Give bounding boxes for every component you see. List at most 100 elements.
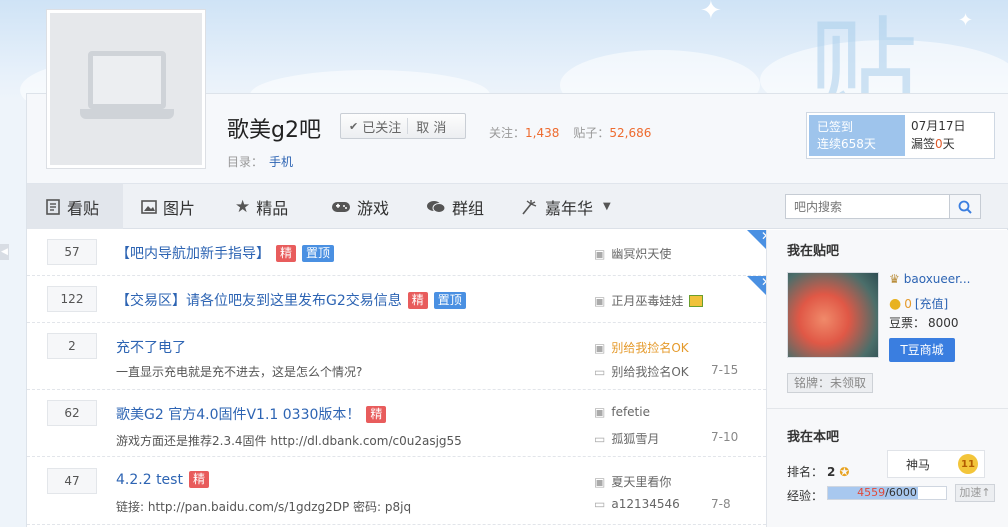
catalog: 目录： 手机	[227, 153, 293, 170]
forum-title[interactable]: 歌美g2吧	[227, 112, 321, 144]
thread-title-row: 歌美G2 官方4.0固件V1.1 0330版本！ 精	[116, 404, 387, 424]
caret-down-icon: ▼	[603, 201, 611, 212]
tab-images[interactable]: 图片	[141, 184, 195, 229]
catalog-label: 目录：	[227, 155, 264, 169]
image-icon	[141, 199, 157, 214]
missed-count: 0	[935, 137, 943, 151]
forum-avatar[interactable]	[46, 9, 206, 169]
signin-button[interactable]: 已签到 连续658天	[809, 115, 905, 156]
tab-featured[interactable]: ★ 精品	[235, 184, 288, 229]
rank-value: 2	[827, 464, 836, 479]
thread-author[interactable]: ▣ 别给我捡名OK	[594, 339, 689, 356]
last-reply-user[interactable]: ▭ 孤狐雪月	[594, 430, 659, 447]
nameplate-button[interactable]: 铭牌：未领取	[787, 373, 873, 393]
level-badge[interactable]: 神马 11	[887, 450, 985, 478]
signin-info: 07月17日 漏签0天	[911, 117, 966, 153]
last-reply-user[interactable]: ▭ 别给我捡名OK	[594, 363, 689, 380]
banner-decoration-icon: 贴	[808, 6, 918, 100]
thread-title-row: 【吧内导航加新手指导】 精 置顶	[116, 243, 335, 263]
thread-item: 47 4.2.2 test 精 链接: http://pan.baidu.com…	[27, 457, 766, 525]
laptop-icon	[50, 13, 202, 165]
thread-title[interactable]: 【交易区】请各位吧友到这里发布G2交易信息	[116, 290, 402, 310]
thread-author[interactable]: ▣ 夏天里看你	[594, 473, 671, 490]
forum-container: 歌美g2吧 ✔ 已关注 取 消 关注：1,438 贴子：52,686 目录： 手机 …	[26, 9, 1008, 527]
reply-count: 47	[47, 468, 97, 494]
thread-author[interactable]: ▣ 幽冥炽天使	[594, 245, 671, 262]
user-icon: ▣	[594, 405, 606, 419]
comment-icon: ▭	[594, 364, 606, 379]
signin-streak: 连续658天	[817, 137, 876, 151]
forum-stats: 关注：1,438 贴子：52,686	[489, 124, 665, 141]
tdou-mall-button[interactable]: T豆商城	[889, 338, 955, 362]
last-reply-user[interactable]: ▭ a12134546	[594, 497, 680, 511]
tab-groups[interactable]: 群组	[426, 184, 484, 229]
douquan-label: 豆票：	[889, 316, 926, 330]
rank-row: 排名： 2 ✪	[787, 463, 849, 480]
reply-count: 57	[47, 239, 97, 265]
thread-title-row: 充不了电了	[116, 337, 186, 357]
thread-time: 7-8	[711, 497, 731, 511]
follow-count: 1,438	[525, 126, 560, 140]
last-reply-name: 孤狐雪月	[611, 432, 660, 446]
thread-time: 7-15	[711, 363, 739, 377]
followed-toggle[interactable]: ✔ 已关注	[341, 118, 409, 136]
search-input[interactable]	[786, 195, 950, 218]
tab-posts[interactable]: 看贴	[27, 184, 123, 229]
divider	[767, 408, 1008, 409]
collapse-arrow-icon[interactable]: ◀	[0, 244, 9, 260]
missed-label: 漏签	[911, 137, 936, 151]
author-name: 夏天里看你	[611, 475, 672, 489]
thread-item: 122 【交易区】请各位吧友到这里发布G2交易信息 精 置顶 ▣ 正月巫毒娃娃 …	[27, 275, 773, 323]
user-icon: ▣	[594, 293, 606, 308]
thread-title-row: 4.2.2 test 精	[116, 471, 209, 488]
thread-author[interactable]: ▣ 正月巫毒娃娃	[594, 292, 704, 309]
level-title: 神马	[906, 457, 931, 472]
rank-label: 排名：	[787, 465, 824, 479]
username-row[interactable]: ♛ baoxueer...	[889, 272, 970, 286]
speed-up-button[interactable]: 加速↑	[955, 484, 995, 502]
recharge-link[interactable]: [充值]	[915, 295, 948, 312]
post-count: 52,686	[609, 126, 652, 140]
tab-games[interactable]: 游戏	[331, 184, 389, 229]
user-icon: ▣	[594, 474, 606, 489]
star-icon: ★	[235, 196, 251, 217]
thread-item: 2 充不了电了 一直显示充电就是充不进去，这是怎么个情况? ▣ 别给我捡名OK …	[27, 323, 766, 390]
last-reply-name: 别给我捡名OK	[611, 365, 689, 379]
thread-abstract: 链接: http://pan.baidu.com/s/1gdzg2DP 密码: …	[116, 500, 412, 514]
tab-carnival[interactable]: 嘉年华 ▼	[521, 184, 611, 229]
tag-pinned: 置顶	[433, 291, 466, 309]
in-forum-title: 我在本吧	[787, 430, 840, 445]
medal-icon: ✪	[839, 464, 850, 479]
thread-item: 57 【吧内导航加新手指导】 精 置顶 ▣ 幽冥炽天使 ✕	[27, 229, 773, 276]
reply-count: 62	[47, 400, 97, 426]
unfollow-button[interactable]: 取 消	[408, 117, 446, 136]
follow-button[interactable]: ✔ 已关注 取 消	[340, 113, 466, 139]
thread-title[interactable]: 歌美G2 官方4.0固件V1.1 0330版本！	[116, 404, 360, 424]
forum-search	[785, 194, 981, 219]
coin-icon: ●	[889, 295, 902, 312]
user-avatar[interactable]	[787, 272, 879, 358]
user-icon: ▣	[594, 246, 606, 261]
reply-count: 2	[47, 333, 97, 359]
thread-abstract: 游戏方面还是推荐2.3.4固件 http://dl.dbank.com/c0u2…	[116, 434, 462, 448]
author-name: 正月巫毒娃娃	[611, 294, 684, 308]
tab-label: 游戏	[357, 198, 390, 218]
user-badge-icon: ♛	[889, 272, 900, 286]
signin-date: 07月17日	[911, 119, 966, 133]
exp-total: /6000	[885, 486, 917, 499]
search-button[interactable]	[949, 194, 981, 219]
reply-count: 122	[47, 286, 97, 312]
tdou-row: ● 0 [充值]	[889, 295, 948, 312]
thread-time: 7-10	[711, 430, 739, 444]
username: baoxueer...	[903, 272, 971, 286]
tab-label: 群组	[452, 198, 485, 218]
catalog-link[interactable]: 手机	[269, 155, 293, 169]
comment-icon: ▭	[594, 431, 606, 446]
thread-title[interactable]: 4.2.2 test	[116, 472, 183, 488]
tag-pinned: 置顶	[302, 244, 335, 262]
thread-title[interactable]: 充不了电了	[116, 337, 186, 357]
thread-title[interactable]: 【吧内导航加新手指导】	[116, 243, 270, 263]
tag-featured: 精	[366, 405, 387, 423]
thread-author[interactable]: ▣ fefetie	[594, 405, 650, 419]
tag-featured: 精	[188, 471, 209, 488]
